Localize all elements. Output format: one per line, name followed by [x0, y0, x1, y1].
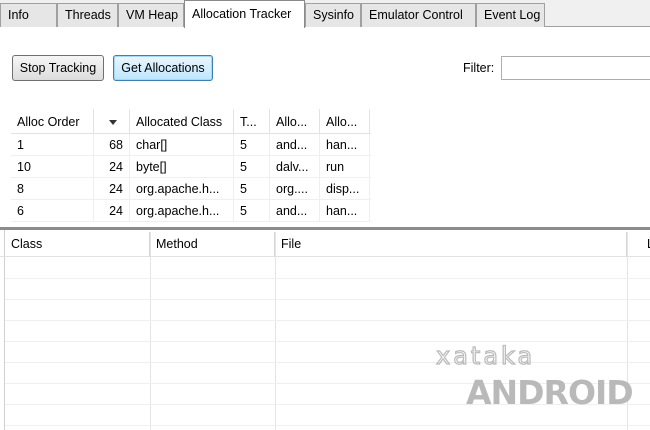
- column-alloc-order[interactable]: Alloc Order: [11, 109, 94, 134]
- tab-sysinfo-label: Sysinfo: [313, 8, 354, 22]
- tab-info-label: Info: [8, 8, 29, 22]
- xataka-android-watermark-logo: xataka ANDROID: [435, 341, 632, 412]
- tab-allocation-tracker[interactable]: Allocation Tracker: [184, 0, 305, 28]
- tab-threads[interactable]: Threads: [57, 3, 118, 27]
- pane-splitter[interactable]: [0, 227, 650, 230]
- table-row: [5, 279, 650, 300]
- filter-input[interactable]: [501, 56, 650, 80]
- alloc-order-cell: 1: [11, 134, 94, 156]
- column-class[interactable]: Class: [5, 232, 150, 257]
- filter-label: Filter:: [463, 61, 495, 75]
- tab-event-log-label: Event Log: [484, 8, 541, 22]
- column-file[interactable]: File: [275, 232, 627, 257]
- thread-id-cell: 5: [234, 134, 270, 156]
- alloc-order-cell: 10: [11, 156, 94, 178]
- allocated-method-cell: han...: [320, 200, 370, 222]
- table-row[interactable]: 8 24 org.apache.h... 5 org.... disp...: [11, 178, 371, 200]
- alloc-class-cell: org.apache.h...: [130, 200, 234, 222]
- allocated-method-cell: run: [320, 156, 370, 178]
- trace-table-header: Class Method File L: [0, 232, 650, 257]
- table-row[interactable]: 1 68 char[] 5 and... han...: [11, 134, 371, 156]
- tab-threads-label: Threads: [65, 8, 111, 22]
- allocated-in-cell: org....: [270, 178, 320, 200]
- tab-vm-heap[interactable]: VM Heap: [118, 3, 184, 27]
- alloc-class-cell: char[]: [130, 134, 234, 156]
- table-row: [5, 321, 650, 342]
- tab-strip: Info Threads VM Heap Allocation Tracker …: [0, 0, 650, 28]
- column-allocated-class-label: Allocated Class: [136, 115, 223, 129]
- tab-allocation-tracker-label: Allocation Tracker: [192, 7, 292, 21]
- table-row[interactable]: 6 24 org.apache.h... 5 and... han...: [11, 200, 371, 222]
- allocated-method-cell: han...: [320, 134, 370, 156]
- column-alloc-order-label: Alloc Order: [17, 115, 80, 129]
- column-thread-id-label: T...: [240, 115, 257, 129]
- thread-id-cell: 5: [234, 200, 270, 222]
- table-row: [5, 300, 650, 321]
- alloc-size-cell: 68: [94, 134, 130, 156]
- column-allocated-in-label: Allo...: [276, 115, 308, 129]
- tab-sysinfo[interactable]: Sysinfo: [305, 3, 361, 27]
- column-class-label: Class: [11, 237, 43, 251]
- allocated-in-cell: dalv...: [270, 156, 320, 178]
- alloc-size-cell: 24: [94, 156, 130, 178]
- thread-id-cell: 5: [234, 178, 270, 200]
- column-allocated-class[interactable]: Allocated Class: [130, 109, 234, 134]
- alloc-order-cell: 8: [11, 178, 94, 200]
- column-method[interactable]: Method: [150, 232, 275, 257]
- tab-info[interactable]: Info: [0, 3, 57, 27]
- watermark-line1: xataka: [436, 342, 535, 370]
- tab-vm-heap-label: VM Heap: [126, 8, 179, 22]
- column-line[interactable]: L: [627, 232, 650, 257]
- alloc-order-cell: 6: [11, 200, 94, 222]
- get-allocations-button[interactable]: Get Allocations: [113, 55, 213, 81]
- column-method-label: Method: [156, 237, 198, 251]
- allocation-table-header: Alloc Order Allocated Class T... Allo...…: [11, 109, 371, 134]
- column-allocated-method[interactable]: Allo...: [320, 109, 370, 134]
- tab-emulator-control[interactable]: Emulator Control: [361, 3, 476, 27]
- allocated-method-cell: disp...: [320, 178, 370, 200]
- stop-tracking-button[interactable]: Stop Tracking: [12, 55, 104, 81]
- tab-event-log[interactable]: Event Log: [476, 3, 545, 27]
- column-file-label: File: [281, 237, 302, 251]
- column-allocated-method-label: Allo...: [326, 115, 358, 129]
- allocated-in-cell: and...: [270, 200, 320, 222]
- alloc-class-cell: byte[]: [130, 156, 234, 178]
- table-row[interactable]: 10 24 byte[] 5 dalv... run: [11, 156, 371, 178]
- column-allocated-in[interactable]: Allo...: [270, 109, 320, 134]
- column-thread-id[interactable]: T...: [234, 109, 270, 134]
- alloc-size-cell: 24: [94, 200, 130, 222]
- sort-descending-icon: [108, 120, 117, 125]
- column-allocated-size[interactable]: [94, 109, 130, 134]
- table-row: [5, 258, 650, 279]
- allocated-in-cell: and...: [270, 134, 320, 156]
- thread-id-cell: 5: [234, 156, 270, 178]
- alloc-size-cell: 24: [94, 178, 130, 200]
- alloc-class-cell: org.apache.h...: [130, 178, 234, 200]
- tab-emulator-control-label: Emulator Control: [369, 8, 463, 22]
- watermark-line2: ANDROID: [466, 373, 632, 412]
